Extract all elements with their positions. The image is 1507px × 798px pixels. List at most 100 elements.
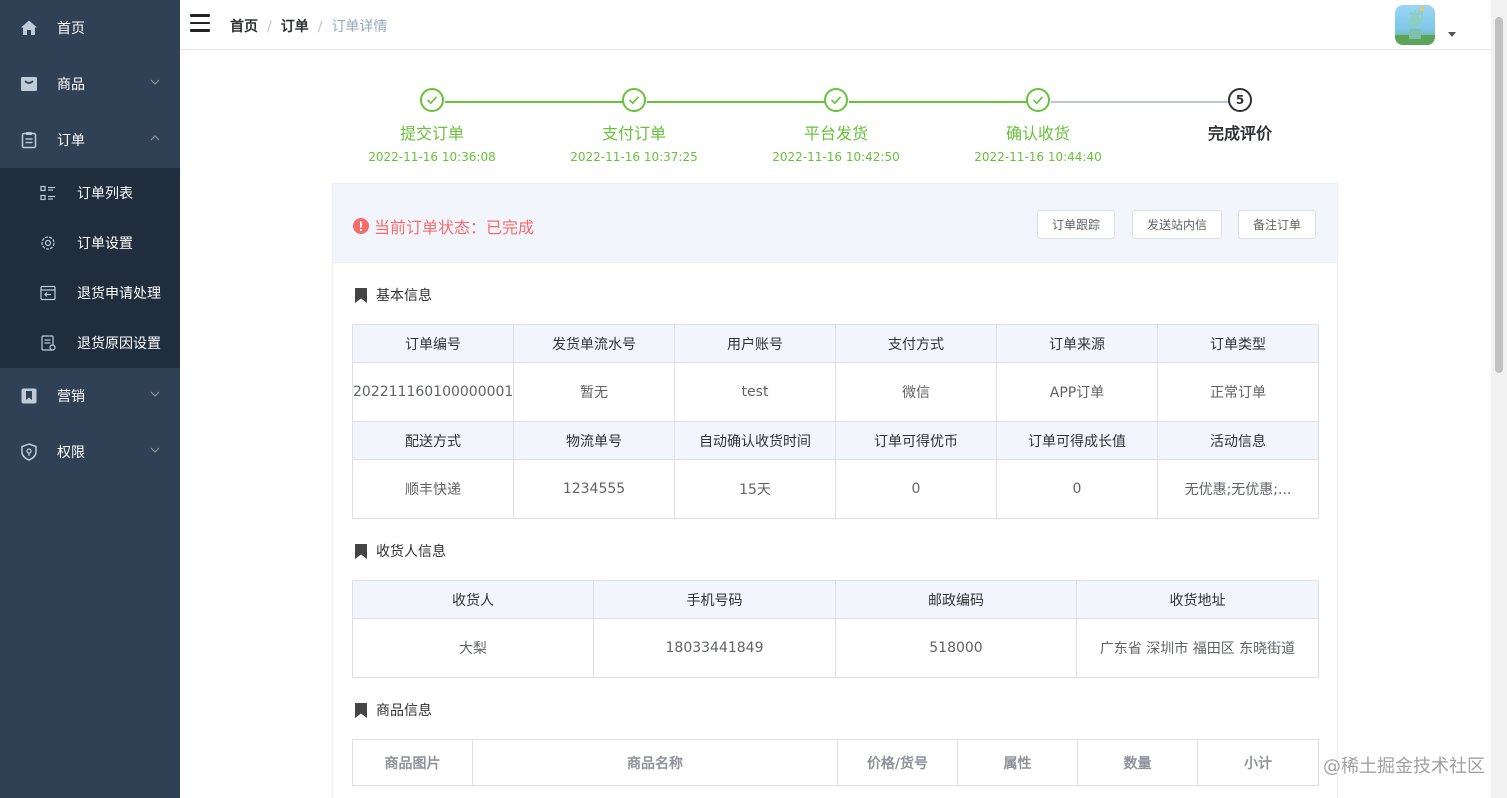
step-confirm-receipt: 确认收货 2022-11-16 10:44:40	[938, 88, 1138, 164]
step-title: 完成评价	[1207, 124, 1272, 143]
table-header-cell: 订单类型	[1157, 324, 1319, 363]
table-header-cell: 商品名称	[472, 739, 838, 786]
order-track-button[interactable]: 订单跟踪	[1037, 210, 1116, 239]
sidebar-item-label: 订单设置	[77, 236, 133, 252]
sidebar-item-label: 退货申请处理	[77, 286, 161, 302]
breadcrumb: 首页 / 订单 / 订单详情	[230, 19, 388, 35]
breadcrumb-home[interactable]: 首页	[230, 19, 258, 35]
table-cell: 0	[835, 459, 997, 519]
order-operate-bar: 当前订单状态：已完成 订单跟踪 发送站内信 备注订单	[332, 183, 1338, 263]
step-time: 2022-11-16 10:42:50	[772, 150, 900, 164]
sidebar-item-marketing[interactable]: 营销	[0, 368, 180, 424]
order-status-text: 当前订单状态：已完成	[374, 218, 535, 237]
sidebar-item-return-apply[interactable]: 退货申请处理	[0, 268, 180, 318]
check-icon	[1026, 88, 1050, 112]
table-header-cell: 订单可得优币	[835, 421, 997, 460]
table-cell: 广东省 深圳市 福田区 东晓街道	[1076, 618, 1319, 678]
scrollbar[interactable]	[1491, 0, 1507, 798]
send-message-button[interactable]: 发送站内信	[1132, 210, 1223, 239]
bookmark-icon	[355, 287, 367, 303]
return-icon	[40, 285, 56, 301]
caret-down-icon[interactable]	[1448, 32, 1456, 37]
sidebar-item-label: 首页	[57, 21, 85, 37]
shield-icon	[20, 443, 38, 461]
sidebar-item-label: 退货原因设置	[77, 336, 161, 352]
sidebar-item-permissions[interactable]: 权限	[0, 424, 180, 480]
sidebar-item-home[interactable]: 首页	[0, 0, 180, 56]
table-header-cell: 收货地址	[1076, 580, 1319, 619]
table-cell: 202211160100000001	[352, 362, 514, 422]
step-title: 支付订单	[601, 124, 666, 143]
bag-icon	[20, 75, 38, 93]
bookmark-icon	[20, 387, 38, 405]
navbar: 首页 / 订单 / 订单详情	[180, 0, 1491, 50]
step-connector	[647, 101, 837, 103]
step-connector	[1051, 101, 1241, 103]
breadcrumb-orders[interactable]: 订单	[281, 19, 309, 35]
orders-submenu: 订单列表 订单设置 退货申请处理 退货原因设置	[0, 168, 180, 368]
table-header-cell: 数量	[1077, 739, 1198, 786]
basic-info-table: 订单编号 发货单流水号 用户账号 支付方式 订单来源 订单类型 20221116…	[352, 324, 1319, 519]
table-cell: 18033441849	[593, 618, 836, 678]
step-title: 提交订单	[399, 124, 464, 143]
table-header-cell: 用户账号	[674, 324, 836, 363]
sidebar: 首页 商品 订单 订单列表 订单设置 退货申请处理 退货原因设置 营销 权限	[0, 0, 180, 798]
sidebar-item-order-list[interactable]: 订单列表	[0, 168, 180, 218]
check-icon	[420, 88, 444, 112]
table-header-cell: 订单可得成长值	[996, 421, 1158, 460]
order-status: 当前订单状态：已完成	[353, 214, 534, 238]
table-cell: 正常订单	[1157, 362, 1319, 422]
table-cell: 518000	[835, 618, 1077, 678]
table-cell: 顺丰快递	[352, 459, 514, 519]
table-header-cell: 商品图片	[352, 739, 473, 786]
step-connector	[849, 101, 1039, 103]
table-header-cell: 活动信息	[1157, 421, 1319, 460]
table-cell: 0	[996, 459, 1158, 519]
sidebar-item-orders[interactable]: 订单	[0, 112, 180, 168]
sidebar-item-label: 商品	[57, 77, 85, 93]
step-time: 2022-11-16 10:36:08	[368, 150, 496, 164]
watermark: @稀土掘金技术社区	[1323, 756, 1485, 777]
receiver-info-table: 收货人 手机号码 邮政编码 收货地址 大梨 18033441849 518000…	[352, 580, 1319, 678]
table-header-row: 订单编号 发货单流水号 用户账号 支付方式 订单来源 订单类型	[352, 324, 1319, 363]
table-header-cell: 属性	[957, 739, 1078, 786]
table-header-cell: 物流单号	[513, 421, 675, 460]
sidebar-item-label: 营销	[57, 389, 85, 405]
table-header-cell: 邮政编码	[835, 580, 1077, 619]
sidebar-item-order-settings[interactable]: 订单设置	[0, 218, 180, 268]
table-header-cell: 小计	[1197, 739, 1319, 786]
order-steps: 提交订单 2022-11-16 10:36:08 支付订单 2022-11-16…	[332, 88, 1338, 168]
sidebar-item-return-reason[interactable]: 退货原因设置	[0, 318, 180, 368]
chevron-down-icon	[150, 79, 160, 85]
chevron-up-icon	[150, 135, 160, 141]
remark-order-button[interactable]: 备注订单	[1238, 210, 1317, 239]
step-ship: 平台发货 2022-11-16 10:42:50	[736, 88, 936, 164]
table-row: 大梨 18033441849 518000 广东省 深圳市 福田区 东晓街道	[352, 618, 1319, 678]
table-header-cell: 收货人	[352, 580, 594, 619]
step-time: 2022-11-16 10:37:25	[570, 150, 698, 164]
bookmark-icon	[355, 702, 367, 718]
avatar[interactable]	[1395, 5, 1435, 45]
step-connector	[445, 101, 635, 103]
table-header-cell: 订单编号	[352, 324, 514, 363]
step-time: 2022-11-16 10:44:40	[974, 150, 1102, 164]
goods-info-title: 商品信息	[355, 700, 432, 720]
table-cell: APP订单	[996, 362, 1158, 422]
home-icon	[20, 19, 38, 37]
step-submit-order: 提交订单 2022-11-16 10:36:08	[332, 88, 532, 164]
table-header-cell: 配送方式	[352, 421, 514, 460]
sidebar-item-label: 订单列表	[77, 186, 133, 202]
table-header-cell: 手机号码	[593, 580, 836, 619]
table-header-row: 商品图片 商品名称 价格/货号 属性 数量 小计	[352, 739, 1319, 786]
sidebar-item-products[interactable]: 商品	[0, 56, 180, 112]
table-cell: 暂无	[513, 362, 675, 422]
table-header-cell: 支付方式	[835, 324, 997, 363]
hamburger-menu-button[interactable]	[190, 14, 210, 32]
table-header-cell: 价格/货号	[837, 739, 958, 786]
check-icon	[824, 88, 848, 112]
scrollbar-thumb[interactable]	[1495, 17, 1503, 373]
chevron-down-icon	[150, 447, 160, 453]
step-pay-order: 支付订单 2022-11-16 10:37:25	[534, 88, 734, 164]
receiver-info-title: 收货人信息	[355, 541, 446, 561]
list-icon	[40, 185, 56, 201]
